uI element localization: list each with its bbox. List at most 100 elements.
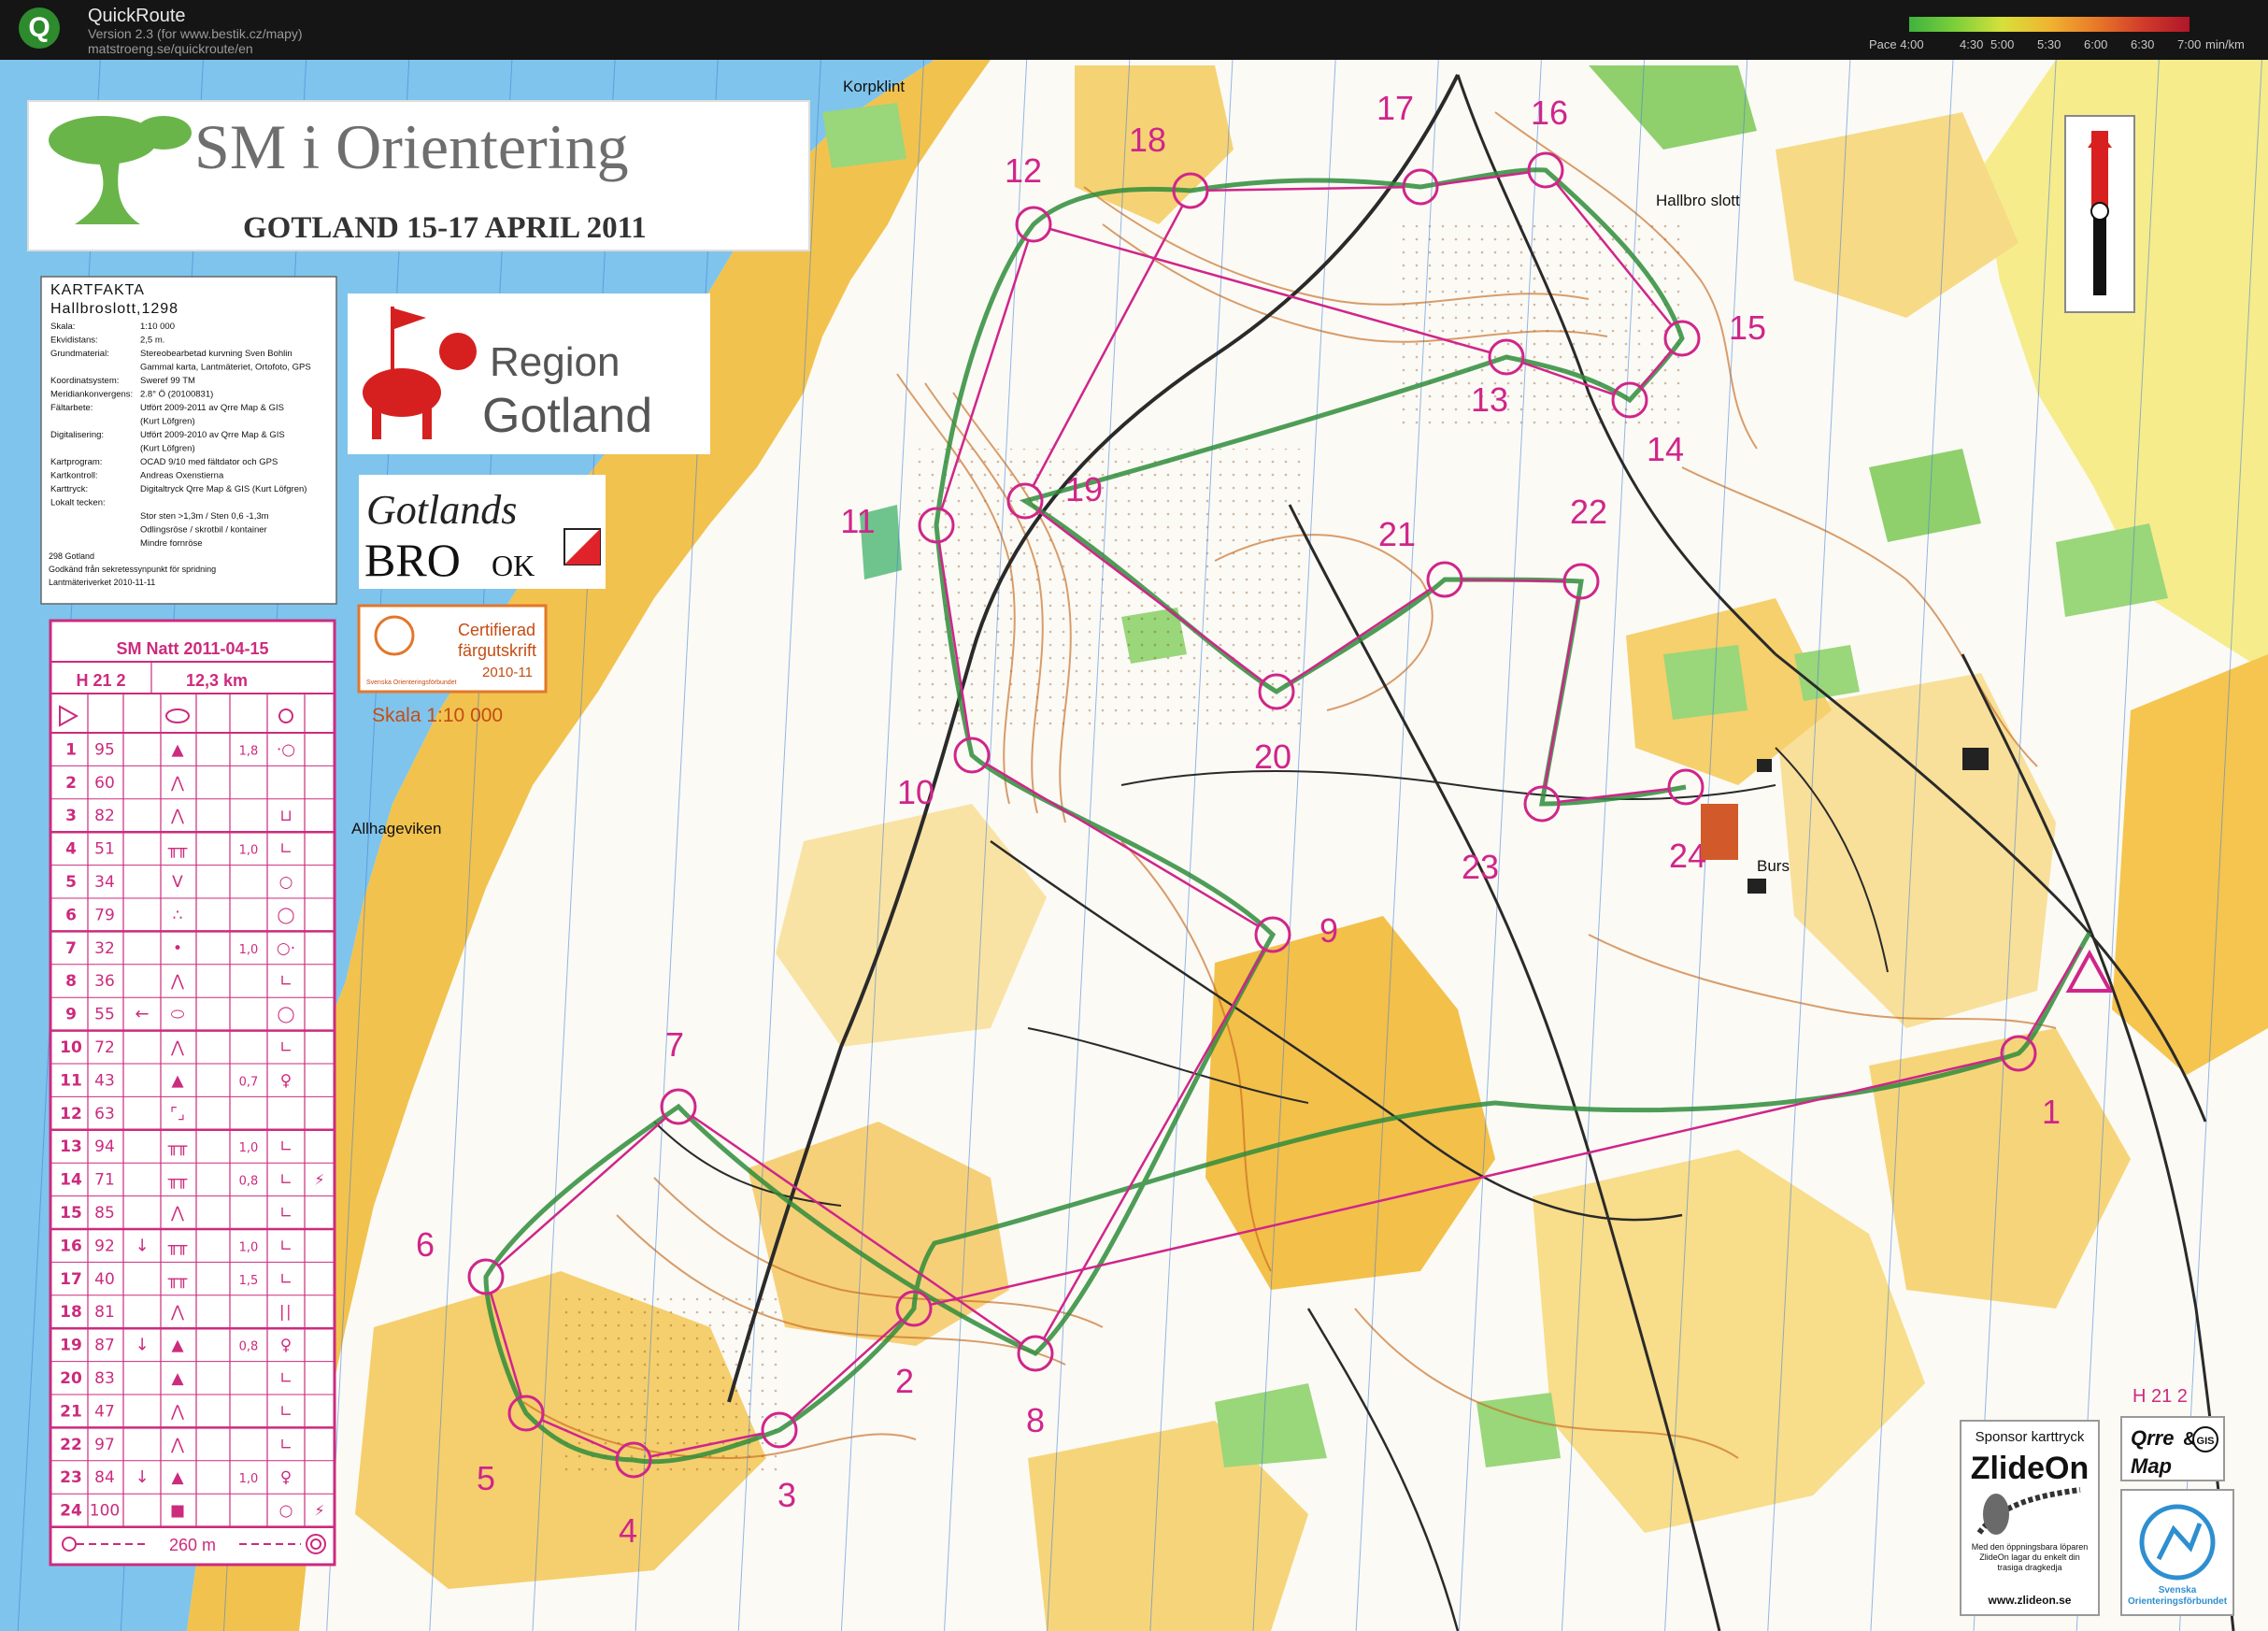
card-feature-symbol: ▲ <box>171 1337 184 1355</box>
card-control-code: 97 <box>94 1436 115 1454</box>
kartfakta-value: 2,5 m. <box>140 336 164 346</box>
card-location-symbol: ○ <box>279 873 293 892</box>
card-control-number: 12 <box>60 1105 82 1123</box>
card-location-symbol: ◯ <box>277 906 294 924</box>
card-location-symbol: ○ <box>279 1502 293 1521</box>
event-title-banner: SM i Orientering GOTLAND 15-17 APRIL 201… <box>27 100 810 251</box>
control-number-17: 17 <box>1376 89 1414 127</box>
card-dimension: 1,0 <box>239 1240 259 1254</box>
kartfakta-key: Digitalisering: <box>50 430 104 440</box>
card-control-code: 100 <box>90 1502 120 1521</box>
card-feature-symbol: ⋀ <box>170 1204 184 1223</box>
kartfakta-value: Stereobearbetad kurvning Sven Bohlin <box>140 349 292 359</box>
kartfakta-key: Kartprogram: <box>50 457 102 467</box>
quickroute-logo-icon: Q <box>19 7 60 49</box>
card-location-symbol: ♀ <box>280 1337 292 1355</box>
kartfakta-key: Ekvidistans: <box>50 336 98 346</box>
sponsor-url[interactable]: www.zlideon.se <box>1988 1594 2072 1607</box>
control-number-3: 3 <box>777 1476 796 1514</box>
card-feature-symbol: ⋀ <box>170 1038 184 1057</box>
control-number-5: 5 <box>477 1459 495 1497</box>
building <box>1757 759 1772 772</box>
card-feature-symbol: ⋀ <box>170 1402 184 1421</box>
card-dimension: 1,0 <box>239 844 259 858</box>
app-version: Version 2.3 (for www.bestik.cz/mapy) <box>88 26 303 41</box>
kartfakta-value: (Kurt Löfgren) <box>140 417 195 427</box>
pace-color-scale[interactable] <box>1909 17 2190 32</box>
kartfakta-value: Utfört 2009-2010 av Qrre Map & GIS <box>140 430 285 440</box>
control-number-9: 9 <box>1319 911 1338 950</box>
card-control-number: 7 <box>65 939 77 958</box>
card-control-code: 87 <box>94 1337 115 1355</box>
card-control-number: 15 <box>60 1204 82 1223</box>
card-feature-symbol: ▲ <box>171 1369 184 1388</box>
card-dimension: 1,8 <box>239 744 259 758</box>
card-feature-symbol: ▲ <box>171 740 184 759</box>
card-feature-symbol: ╥╥ <box>167 1270 188 1289</box>
sponsor-text: Med den öppningsbara löparen ZlideOn lag… <box>1971 1542 2089 1572</box>
pace-label: 6:30 <box>2131 37 2155 51</box>
card-control-code: 63 <box>94 1105 115 1123</box>
card-location-symbol: ○· <box>277 939 295 958</box>
card-dimension: 1,0 <box>239 1472 259 1486</box>
card-dimension: 0,8 <box>239 1175 259 1189</box>
control-number-19: 19 <box>1065 470 1103 508</box>
kartfakta-heading: KARTFAKTA <box>50 282 145 298</box>
card-feature-symbol: ⬭ <box>171 1006 185 1024</box>
card-dimension: 0,7 <box>239 1075 259 1089</box>
card-control-code: 71 <box>94 1171 115 1190</box>
card-location-symbol: ∟ <box>279 1038 292 1057</box>
card-location-symbol: ∟ <box>279 1171 292 1190</box>
kartfakta-key: Koordinatsystem: <box>50 376 119 386</box>
control-number-2: 2 <box>895 1362 914 1400</box>
cert-line-2: färgutskrift <box>458 641 536 660</box>
card-feature-symbol: ⋀ <box>170 1436 184 1454</box>
orienteering-map[interactable]: 1234567891011121314151617181920212223 24 … <box>0 60 2268 1631</box>
card-control-number: 10 <box>60 1038 82 1057</box>
card-control-code: 81 <box>94 1303 115 1322</box>
cert-line-1: Certifierad <box>458 621 535 639</box>
card-feature-symbol: ▲ <box>171 1071 184 1090</box>
card-control-number: 9 <box>65 1006 77 1024</box>
certified-print-badge: Certifierad färgutskrift 2010-11 Svenska… <box>357 604 548 694</box>
card-dimension: 1,0 <box>239 943 259 957</box>
kartfakta-value: 1:10 000 <box>140 322 175 332</box>
card-extra-symbol: ⚡ <box>314 1171 324 1189</box>
cert-small: Svenska Orienteringsförbundet <box>366 680 457 686</box>
cert-line-3: 2010-11 <box>482 665 533 680</box>
card-location-symbol: |∣ <box>279 1303 292 1322</box>
card-control-code: 92 <box>94 1237 115 1255</box>
card-control-number: 17 <box>60 1270 82 1289</box>
card-finish-distance: 260 m <box>169 1536 216 1554</box>
card-control-number: 14 <box>60 1171 82 1190</box>
kartfakta-value: Utfört 2009-2011 av Qrre Map & GIS <box>140 403 284 413</box>
card-location-symbol: ∟ <box>279 1204 292 1223</box>
card-control-code: 94 <box>94 1137 115 1156</box>
building <box>1962 748 1989 770</box>
place-name-hallbro-slott: Hallbro slott <box>1656 192 1740 209</box>
card-feature-symbol: ⋀ <box>170 972 184 991</box>
card-control-number: 23 <box>60 1468 82 1487</box>
kartfakta-value: 2.8° Ö (20100831) <box>140 390 213 400</box>
kartfakta-footer-1: 298 Gotland <box>49 551 94 561</box>
card-control-code: 36 <box>94 972 115 991</box>
control-number-10: 10 <box>897 773 934 811</box>
course-leg <box>1461 578 1565 583</box>
place-name-korpklint: Korpklint <box>843 78 905 95</box>
qrre-gis: GIS <box>2197 1436 2215 1447</box>
kartfakta-key: Lokalt tecken: <box>50 498 106 508</box>
card-feature-symbol: ⋀ <box>170 774 184 793</box>
card-feature-symbol: ⌜⌟ <box>170 1105 185 1123</box>
kartfakta-footer-2: Godkänd från sekretessynpunkt för spridn… <box>49 565 216 574</box>
card-control-code: 95 <box>94 740 115 759</box>
control-number-23: 23 <box>1462 848 1499 886</box>
card-dimension: 0,8 <box>239 1340 259 1354</box>
app-url[interactable]: matstroeng.se/quickroute/en <box>88 41 253 56</box>
card-control-number: 8 <box>65 972 77 991</box>
card-control-code: 51 <box>94 840 115 859</box>
card-location-symbol: ♀ <box>280 1468 292 1487</box>
pace-label: 4:30 <box>1960 37 1984 51</box>
control-number-22: 22 <box>1570 493 1607 531</box>
kartfakta-key: Skala: <box>50 322 75 332</box>
control-number-11: 11 <box>840 502 875 540</box>
